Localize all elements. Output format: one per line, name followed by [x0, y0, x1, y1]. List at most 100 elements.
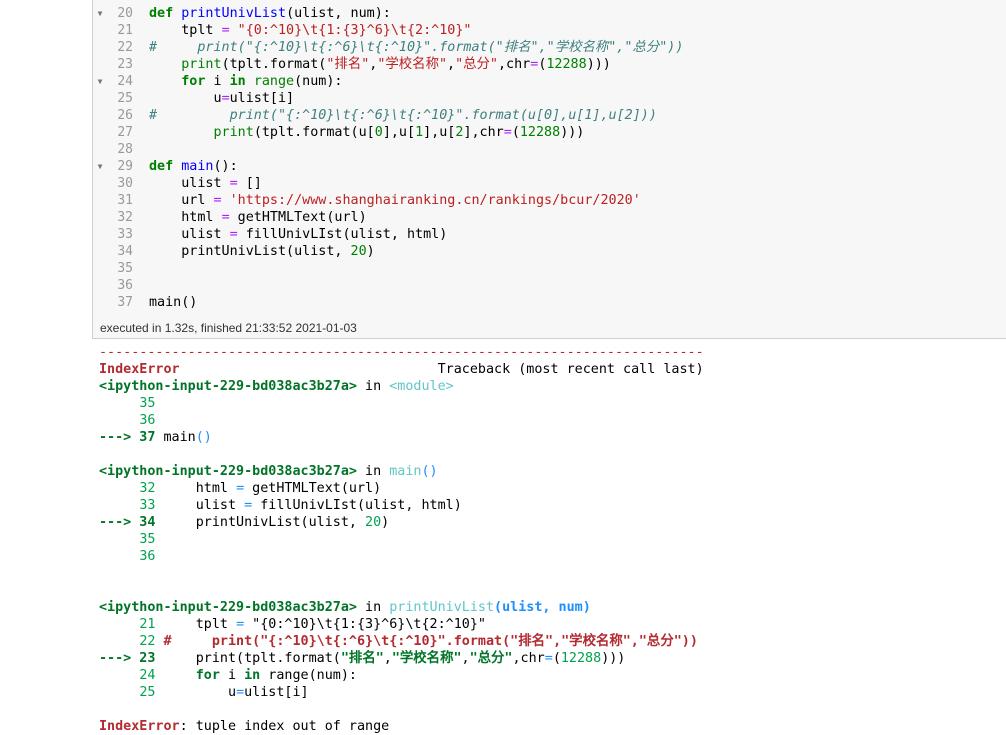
output-token — [99, 617, 139, 632]
code-text: tplt = "{0:^10}\t{1:{3}^6}\t{2:^10}" — [149, 22, 471, 39]
code-line[interactable]: 26 # print("{:^10}\t{:^6}\t{:^10}".format… — [93, 107, 1006, 124]
output-token: <ipython-input-229-bd038ac3b27a> — [99, 464, 357, 479]
fold-arrow-icon[interactable]: ▼ — [95, 158, 105, 175]
code-line[interactable]: 22 # print("{:^10}\t{:^6}\t{:^10}".format… — [93, 39, 1006, 56]
line-number: 27 — [117, 125, 133, 140]
code-line[interactable]: 28 — [93, 141, 1006, 158]
code-token: ulist — [149, 227, 230, 242]
code-line[interactable]: 33 ulist = fillUnivLIst(ulist, html) — [93, 226, 1006, 243]
output-token: "总分" — [469, 651, 513, 666]
output-token: IndexError — [99, 719, 180, 734]
output-token: : tuple index out of range — [179, 719, 390, 734]
code-line[interactable]: 25 u=ulist[i] — [93, 90, 1006, 107]
code-token: (num): — [294, 74, 343, 89]
code-line[interactable]: 35 — [93, 260, 1006, 277]
output-token: ) — [381, 515, 390, 530]
line-number: 20 — [117, 6, 133, 21]
output-token: ---> 34 — [99, 515, 156, 530]
output-token — [155, 668, 195, 683]
line-number: 35 — [117, 261, 133, 276]
line-number: 25 — [117, 91, 133, 106]
output-token: in — [356, 379, 390, 394]
code-token: ))) — [560, 125, 585, 140]
code-token: html — [149, 210, 222, 225]
code-line[interactable]: 37 main() — [93, 294, 1006, 311]
line-number: 21 — [117, 23, 133, 38]
output-token: Traceback (most recent call last) — [179, 362, 704, 377]
output-line: 35 — [99, 395, 155, 412]
output-token: u — [155, 685, 237, 700]
code-editor[interactable]: ▼ 20 def printUnivList(ulist, num): 21 tplt… — [92, 0, 1006, 319]
code-line[interactable]: ▼ 24 for i in range(num): — [93, 73, 1006, 90]
code-token: "学校名称" — [377, 57, 448, 72]
output-token: html — [155, 481, 237, 496]
output-token: ---> 23 — [99, 651, 156, 666]
output-token: 20 — [365, 515, 382, 530]
output-line: 22 # print("{:^10}\t{:^6}\t{:^10}".forma… — [99, 633, 698, 650]
execution-status-text: executed in 1.32s, finished 21:33:52 202… — [100, 321, 357, 335]
code-token: ulist — [149, 176, 230, 191]
code-token: def — [149, 159, 182, 174]
output-line: 21 tplt = "{0:^10}\t{1:{3}^6}\t{2:^10}" — [99, 616, 486, 633]
output-token: "{0:^10}\t{1:{3}^6}\t{2:^10}" — [244, 617, 486, 632]
output-token: ulist[i] — [244, 685, 309, 700]
output-line: <ipython-input-229-bd038ac3b27a> in <mod… — [99, 378, 454, 395]
code-token: = — [221, 91, 230, 106]
code-text: # print("{:^10}\t{:^6}\t{:^10}".format(u… — [149, 107, 657, 124]
code-token: url — [149, 193, 214, 208]
code-line[interactable]: 31 url = 'https://www.shanghairanking.cn… — [93, 192, 1006, 209]
code-token: = — [221, 23, 230, 38]
output-line: ---> 37 main() — [99, 429, 212, 446]
output-token: ))) — [601, 651, 626, 666]
output-line: 32 html = getHTMLText(url) — [99, 480, 381, 497]
code-token: printUnivList — [181, 6, 287, 21]
output-token: 32 — [139, 481, 156, 496]
output-token: IndexError — [99, 362, 180, 377]
code-line[interactable]: 21 tplt = "{0:^10}\t{1:{3}^6}\t{2:^10}" — [93, 22, 1006, 39]
output-token: range(num): — [260, 668, 357, 683]
code-token: ( — [511, 125, 520, 140]
code-line[interactable]: 36 — [93, 277, 1006, 294]
output-line: ----------------------------------------… — [99, 344, 704, 361]
fold-arrow-icon[interactable]: ▼ — [95, 73, 105, 90]
code-token: (ulist, num): — [286, 6, 391, 21]
code-line[interactable]: ▼ 29 def main(): — [93, 158, 1006, 175]
output-token: <ipython-input-229-bd038ac3b27a> — [99, 379, 357, 394]
output-token: getHTMLText(url) — [244, 481, 382, 496]
output-token — [99, 532, 139, 547]
code-token: 'https://www.shanghairanking.cn/rankings… — [229, 193, 641, 208]
code-token: u — [149, 91, 222, 106]
line-number: 23 — [117, 57, 133, 72]
output-token: fillUnivLIst(ulist, html) — [252, 498, 462, 513]
line-number: 24 — [117, 74, 133, 89]
output-token: # print("{:^10}\t{:^6}\t{:^10}".format("… — [155, 634, 698, 649]
output-line: <ipython-input-229-bd038ac3b27a> in prin… — [99, 599, 591, 616]
code-line[interactable]: ▼ 20 def printUnivList(ulist, num): — [93, 5, 1006, 22]
fold-arrow-icon[interactable]: ▼ — [95, 5, 105, 22]
output-token: ---> 37 — [99, 430, 156, 445]
code-token: 20 — [350, 244, 367, 259]
code-token: 12288 — [519, 125, 561, 140]
output-token: "排名" — [340, 651, 384, 666]
code-token: def — [149, 6, 182, 21]
output-token: 35 — [139, 532, 156, 547]
line-number: 32 — [117, 210, 133, 225]
output-token — [99, 396, 139, 411]
output-line: 35 — [99, 531, 155, 548]
code-line[interactable]: 34 printUnivList(ulist, 20) — [93, 243, 1006, 260]
output-token — [99, 685, 139, 700]
code-token: in — [229, 74, 246, 89]
code-token: = — [229, 227, 238, 242]
code-line[interactable]: 30 ulist = [] — [93, 175, 1006, 192]
code-token: , — [447, 57, 456, 72]
code-line[interactable]: 32 html = getHTMLText(url) — [93, 209, 1006, 226]
code-line[interactable]: 23 print(tplt.format("排名","学校名称","总分",ch… — [93, 56, 1006, 73]
output-token: i — [219, 668, 245, 683]
output-token: = — [544, 651, 553, 666]
code-line[interactable]: 27 print(tplt.format(u[0],u[1],u[2],chr=… — [93, 124, 1006, 141]
code-token: "排名" — [326, 57, 370, 72]
output-token — [99, 413, 139, 428]
code-text: url = 'https://www.shanghairanking.cn/ra… — [149, 192, 641, 209]
